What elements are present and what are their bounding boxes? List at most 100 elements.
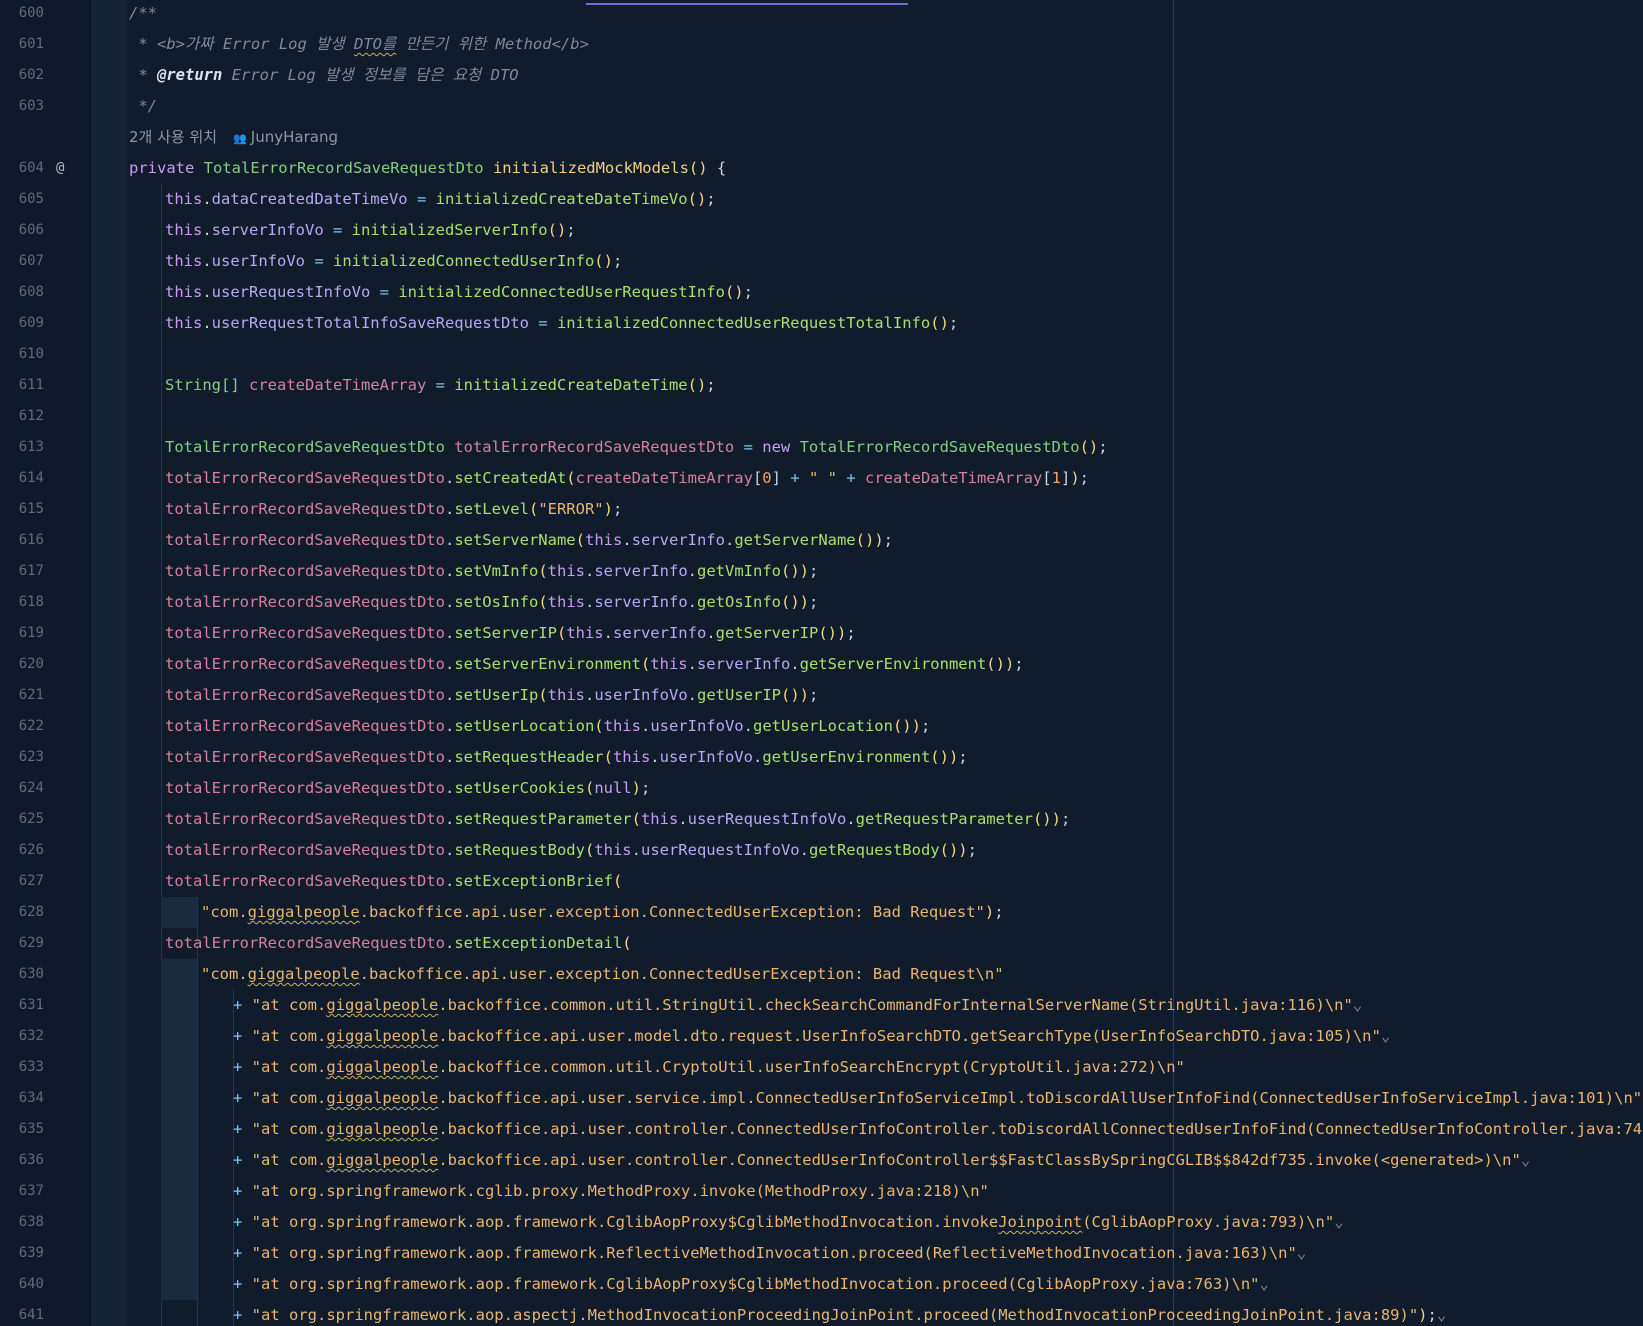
code-text[interactable]: totalErrorRecordSaveRequestDto.setExcept…: [165, 928, 632, 959]
code-text[interactable]: + "at com.giggalpeople.backoffice.api.us…: [233, 1021, 1390, 1052]
code-line[interactable]: 632 + "at com.giggalpeople.backoffice.api…: [0, 1021, 1643, 1052]
code-line[interactable]: 609 this.userRequestTotalInfoSaveRequestD…: [0, 308, 1643, 339]
code-text[interactable]: totalErrorRecordSaveRequestDto.setLevel(…: [165, 494, 622, 525]
code-text[interactable]: totalErrorRecordSaveRequestDto.setReques…: [165, 804, 1070, 835]
code-text[interactable]: private TotalErrorRecordSaveRequestDto i…: [129, 153, 726, 184]
code-text[interactable]: totalErrorRecordSaveRequestDto.setUserLo…: [165, 711, 930, 742]
code-text[interactable]: totalErrorRecordSaveRequestDto.setExcept…: [165, 866, 622, 897]
code-line[interactable]: 634 + "at com.giggalpeople.backoffice.api…: [0, 1083, 1643, 1114]
code-line[interactable]: 621 totalErrorRecordSaveRequestDto.setUse…: [0, 680, 1643, 711]
code-text[interactable]: totalErrorRecordSaveRequestDto.setServer…: [165, 649, 1024, 680]
code-line[interactable]: 630 "com.giggalpeople.backoffice.api.user…: [0, 959, 1643, 990]
code-line[interactable]: 628 "com.giggalpeople.backoffice.api.user…: [0, 897, 1643, 928]
code-text[interactable]: this.dataCreatedDateTimeVo = initialized…: [165, 184, 716, 215]
code-text[interactable]: + "at com.giggalpeople.backoffice.common…: [233, 990, 1362, 1021]
usage-count[interactable]: 2개 사용 위치: [129, 128, 217, 146]
code-token: setExceptionDetail: [454, 934, 623, 952]
code-line[interactable]: 635 + "at com.giggalpeople.backoffice.api…: [0, 1114, 1643, 1145]
code-text[interactable]: "com.giggalpeople.backoffice.api.user.ex…: [201, 959, 1004, 990]
code-line[interactable]: 636 + "at com.giggalpeople.backoffice.api…: [0, 1145, 1643, 1176]
code-token: giggalpeople: [326, 1027, 439, 1045]
code-text[interactable]: + "at org.springframework.aop.framework.…: [233, 1269, 1269, 1300]
code-text[interactable]: totalErrorRecordSaveRequestDto.setVmInfo…: [165, 556, 818, 587]
code-text[interactable]: this.userRequestInfoVo = initializedConn…: [165, 277, 753, 308]
code-line[interactable]: 618 totalErrorRecordSaveRequestDto.setOsI…: [0, 587, 1643, 618]
code-text[interactable]: + "at com.giggalpeople.backoffice.common…: [233, 1052, 1185, 1083]
code-token: .: [444, 934, 455, 952]
code-text[interactable]: * <b>가짜 Error Log 발생 DTO를 만든기 위한 Method<…: [129, 29, 589, 60]
code-token: (: [640, 655, 651, 673]
code-token: ;: [1427, 1306, 1437, 1324]
code-editor[interactable]: 600 /** 601 * <b>가짜 Error Log 발생 DTO를 만든기 …: [0, 0, 1643, 1326]
code-line[interactable]: 610: [0, 339, 1643, 370]
code-line[interactable]: 641 + "at org.springframework.aop.aspectj…: [0, 1300, 1643, 1326]
code-line[interactable]: 2개 사용 위치 👥 JunyHarang: [0, 122, 1643, 153]
code-text[interactable]: String[] createDateTimeArray = initializ…: [165, 370, 716, 401]
code-line[interactable]: 640 + "at org.springframework.aop.framewo…: [0, 1269, 1643, 1300]
code-line[interactable]: 608 this.userRequestInfoVo = initializedC…: [0, 277, 1643, 308]
code-text[interactable]: + "at com.giggalpeople.backoffice.api.us…: [233, 1145, 1530, 1176]
code-token: ;: [809, 593, 819, 611]
code-text[interactable]: + "at com.giggalpeople.backoffice.api.us…: [233, 1114, 1643, 1145]
code-line[interactable]: 631 + "at com.giggalpeople.backoffice.com…: [0, 990, 1643, 1021]
code-text[interactable]: totalErrorRecordSaveRequestDto.setOsInfo…: [165, 587, 818, 618]
code-line[interactable]: 639 + "at org.springframework.aop.framewo…: [0, 1238, 1643, 1269]
code-text[interactable]: + "at com.giggalpeople.backoffice.api.us…: [233, 1083, 1643, 1114]
usage-hint[interactable]: 2개 사용 위치 👥 JunyHarang: [129, 122, 338, 154]
code-line[interactable]: 637 + "at org.springframework.cglib.proxy…: [0, 1176, 1643, 1207]
code-text[interactable]: totalErrorRecordSaveRequestDto.setCreate…: [165, 463, 1089, 494]
code-line[interactable]: 600 /**: [0, 0, 1643, 29]
code-text[interactable]: totalErrorRecordSaveRequestDto.setReques…: [165, 742, 968, 773]
code-text[interactable]: totalErrorRecordSaveRequestDto.setUserIp…: [165, 680, 818, 711]
code-line[interactable]: 620 totalErrorRecordSaveRequestDto.setSer…: [0, 649, 1643, 680]
code-line[interactable]: 633 + "at com.giggalpeople.backoffice.com…: [0, 1052, 1643, 1083]
code-token: setServerEnvironment: [454, 655, 641, 673]
code-text[interactable]: totalErrorRecordSaveRequestDto.setReques…: [165, 835, 977, 866]
code-line[interactable]: 616 totalErrorRecordSaveRequestDto.setSer…: [0, 525, 1643, 556]
code-token: .: [650, 748, 660, 766]
code-line[interactable]: 629 totalErrorRecordSaveRequestDto.setExc…: [0, 928, 1643, 959]
code-line[interactable]: 619 totalErrorRecordSaveRequestDto.setSer…: [0, 618, 1643, 649]
code-text[interactable]: */: [129, 91, 157, 122]
code-text[interactable]: /**: [129, 0, 157, 29]
code-line[interactable]: 605 this.dataCreatedDateTimeVo = initiali…: [0, 184, 1643, 215]
code-line[interactable]: 607 this.userInfoVo = initializedConnecte…: [0, 246, 1643, 277]
code-text[interactable]: + "at org.springframework.cglib.proxy.Me…: [233, 1176, 989, 1207]
code-line[interactable]: 622 totalErrorRecordSaveRequestDto.setUse…: [0, 711, 1643, 742]
code-text[interactable]: TotalErrorRecordSaveRequestDto totalErro…: [165, 432, 1108, 463]
code-token: totalErrorRecordSaveRequestDto: [165, 500, 445, 518]
code-line[interactable]: 613 TotalErrorRecordSaveRequestDto totalE…: [0, 432, 1643, 463]
code-text[interactable]: this.userRequestTotalInfoSaveRequestDto …: [165, 308, 958, 339]
code-line[interactable]: 627 totalErrorRecordSaveRequestDto.setExc…: [0, 866, 1643, 897]
code-text[interactable]: totalErrorRecordSaveRequestDto.setServer…: [165, 525, 893, 556]
code-line[interactable]: 604 @ private TotalErrorRecordSaveRequestD…: [0, 153, 1643, 184]
code-token: initializedMockModels: [492, 159, 689, 177]
code-line[interactable]: 603 */: [0, 91, 1643, 122]
code-line[interactable]: 615 totalErrorRecordSaveRequestDto.setLev…: [0, 494, 1643, 525]
code-line[interactable]: 601 * <b>가짜 Error Log 발생 DTO를 만든기 위한 Met…: [0, 29, 1643, 60]
code-text[interactable]: this.userInfoVo = initializedConnectedUs…: [165, 246, 622, 277]
code-line[interactable]: 612: [0, 401, 1643, 432]
code-text[interactable]: totalErrorRecordSaveRequestDto.setServer…: [165, 618, 856, 649]
code-text[interactable]: + "at org.springframework.aop.framework.…: [233, 1238, 1306, 1269]
code-text[interactable]: totalErrorRecordSaveRequestDto.setUserCo…: [165, 773, 650, 804]
code-token: getVmInfo: [697, 562, 781, 580]
code-text[interactable]: + "at org.springframework.aop.aspectj.Me…: [233, 1300, 1446, 1326]
code-line[interactable]: 638 + "at org.springframework.aop.framewo…: [0, 1207, 1643, 1238]
code-text[interactable]: this.serverInfoVo = initializedServerInf…: [165, 215, 576, 246]
code-text[interactable]: + "at org.springframework.aop.framework.…: [233, 1207, 1344, 1238]
annotation-marker-icon[interactable]: @: [56, 153, 64, 184]
author-name[interactable]: JunyHarang: [251, 128, 338, 146]
code-line[interactable]: 611 String[] createDateTimeArray = initia…: [0, 370, 1643, 401]
code-line[interactable]: 617 totalErrorRecordSaveRequestDto.setVmI…: [0, 556, 1643, 587]
code-line[interactable]: 624 totalErrorRecordSaveRequestDto.setUse…: [0, 773, 1643, 804]
code-line[interactable]: 614 totalErrorRecordSaveRequestDto.setCre…: [0, 463, 1643, 494]
code-line[interactable]: 623 totalErrorRecordSaveRequestDto.setReq…: [0, 742, 1643, 773]
code-text[interactable]: "com.giggalpeople.backoffice.api.user.ex…: [201, 897, 1004, 928]
code-token: initializedServerInfo: [351, 221, 548, 239]
code-line[interactable]: 625 totalErrorRecordSaveRequestDto.setReq…: [0, 804, 1643, 835]
code-line[interactable]: 606 this.serverInfoVo = initializedServer…: [0, 215, 1643, 246]
code-line[interactable]: 602 * @return Error Log 발생 정보를 담은 요청 DTO: [0, 60, 1643, 91]
code-text[interactable]: * @return Error Log 발생 정보를 담은 요청 DTO: [129, 60, 518, 91]
code-line[interactable]: 626 totalErrorRecordSaveRequestDto.setReq…: [0, 835, 1643, 866]
